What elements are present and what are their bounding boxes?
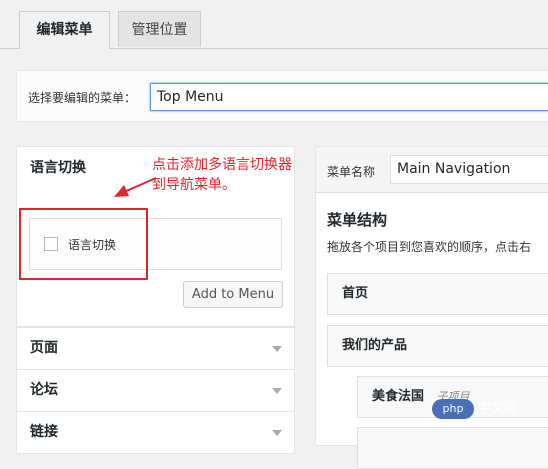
accordion-pages-label: 页面 — [30, 340, 58, 356]
highlight-box — [19, 208, 148, 280]
menu-name-label: 菜单名称 — [327, 165, 376, 179]
accordion-links[interactable]: 链接 — [16, 411, 295, 454]
menu-structure-title: 菜单结构 — [327, 211, 388, 229]
annotation-arrow-icon — [114, 177, 157, 197]
accordion-links-label: 链接 — [30, 424, 58, 440]
chevron-down-icon — [272, 388, 282, 394]
watermark: php 中文网 — [432, 396, 542, 422]
menu-name-input[interactable]: Main Navigation — [390, 155, 548, 184]
accordion-forums[interactable]: 论坛 — [16, 369, 295, 412]
annotation-line-1: 点击添加多语言切换器 — [152, 157, 292, 173]
tab-manage-locations[interactable]: 管理位置 — [118, 11, 201, 47]
menu-select-label: 选择要编辑的菜单： — [28, 91, 137, 105]
menu-structure-description: 拖放各个项目到您喜欢的顺序，点击右 — [327, 240, 532, 254]
accordion-pages[interactable]: 页面 — [16, 327, 295, 370]
menu-item-products[interactable]: 我们的产品 — [327, 325, 548, 367]
accordion-forums-label: 论坛 — [30, 382, 58, 398]
chevron-down-icon — [272, 430, 282, 436]
menu-item-home[interactable]: 首页 — [327, 273, 548, 315]
chevron-down-icon — [272, 346, 282, 352]
menu-item-partial[interactable] — [357, 427, 548, 469]
menu-name-bar: 菜单名称 Main Navigation — [316, 147, 548, 193]
php-logo: php — [432, 398, 474, 419]
menu-select-bar: 选择要编辑的菜单： Top Menu — [16, 70, 548, 122]
menu-item-label: 首页 — [342, 286, 369, 301]
menu-item-label: 我们的产品 — [342, 338, 408, 353]
annotation-text: 点击添加多语言切换器 到导航菜单。 — [152, 155, 292, 195]
add-to-menu-button[interactable]: Add to Menu — [183, 281, 283, 308]
watermark-text: 中文网 — [478, 401, 518, 416]
tab-edit-menus[interactable]: 编辑菜单 — [19, 11, 110, 49]
menu-select-dropdown[interactable]: Top Menu — [150, 83, 548, 111]
annotation-line-2: 到导航菜单。 — [152, 177, 236, 193]
menu-item-label: 美食法国 — [372, 389, 425, 404]
tab-bar: 编辑菜单 管理位置 — [0, 0, 548, 49]
